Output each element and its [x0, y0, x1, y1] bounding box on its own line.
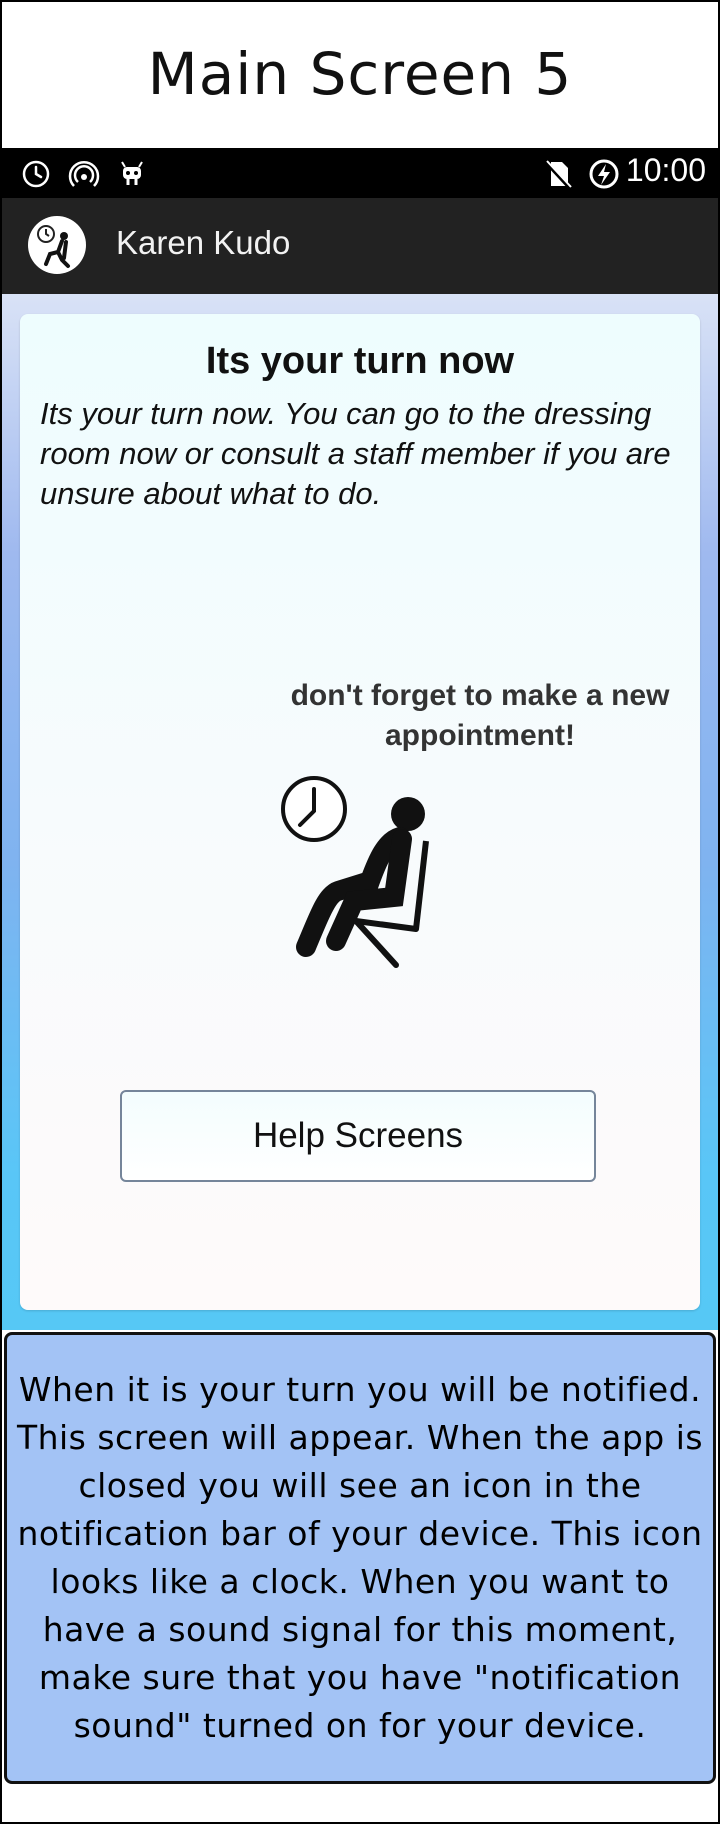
help-screens-button[interactable]: Help Screens	[120, 1090, 596, 1182]
card-description: Its your turn now. You can go to the dre…	[40, 396, 671, 511]
user-name: Karen Kudo	[116, 224, 291, 261]
turn-card: Its your turn now Its your turn now. You…	[20, 314, 700, 1310]
no-sim-icon	[544, 160, 572, 190]
card-title: Its your turn now	[205, 340, 515, 382]
annotation-note: When it is your turn you will be notifie…	[4, 1332, 716, 1784]
status-time: 10:00	[625, 152, 706, 188]
status-bar: 10:00	[2, 148, 718, 198]
hotspot-icon	[68, 160, 100, 187]
android-debug-icon	[121, 161, 143, 185]
battery-charging-icon	[589, 159, 619, 189]
app-avatar[interactable]	[28, 216, 86, 274]
alarm-clock-icon	[22, 160, 50, 188]
appointment-reminder: don't forget to make a new appointment!	[290, 679, 670, 752]
screen-title: Main Screen 5	[147, 40, 573, 108]
waiting-person-icon	[281, 776, 429, 968]
app-bar: Karen Kudo	[2, 198, 718, 294]
waiting-person-icon	[37, 225, 70, 268]
annotation-text: When it is your turn you will be notifie…	[16, 1370, 704, 1745]
